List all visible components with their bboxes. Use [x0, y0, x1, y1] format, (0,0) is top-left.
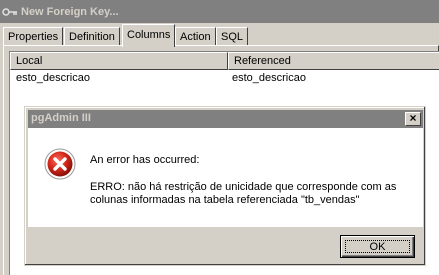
tab-definition[interactable]: Definition	[64, 27, 120, 47]
tab-label: Columns	[127, 29, 171, 41]
tab-label: SQL	[221, 31, 244, 43]
screen: New Foreign Key... Properties Definition…	[0, 0, 439, 275]
error-dialog-title: pgAdmin III	[31, 112, 91, 124]
column-header-local[interactable]: Local	[10, 52, 228, 70]
tab-columns[interactable]: Columns	[122, 24, 176, 47]
tab-label: Definition	[69, 31, 115, 43]
column-header-label: Referenced	[234, 55, 291, 67]
error-message-line-1: ERRO: não há restrição de unicidade que …	[90, 181, 397, 193]
error-dialog: pgAdmin III × An error has occurred: ERR…	[24, 106, 426, 266]
error-dialog-footer: OK	[28, 227, 423, 263]
error-icon	[44, 148, 76, 180]
list-header: Local Referenced	[10, 52, 439, 70]
focus-ring	[345, 240, 410, 253]
foreign-key-window-titlebar[interactable]: New Foreign Key...	[0, 0, 439, 23]
key-icon	[2, 4, 18, 20]
list-item[interactable]: esto_descricao esto_descricao	[10, 71, 439, 87]
error-message-line-2: colunas informadas na tabela referenciad…	[90, 194, 360, 206]
local-column-cell: esto_descricao	[16, 72, 90, 84]
column-header-referenced[interactable]: Referenced	[228, 52, 439, 70]
tab-strip: Properties Definition Columns Action SQL	[3, 24, 439, 47]
referenced-column-cell: esto_descricao	[232, 72, 306, 84]
error-heading: An error has occurred:	[90, 154, 200, 166]
column-header-label: Local	[16, 55, 43, 67]
error-dialog-body: An error has occurred: ERRO: não há rest…	[28, 128, 423, 227]
tab-label: Properties	[8, 31, 59, 43]
tab-sql[interactable]: SQL	[216, 27, 249, 47]
error-dialog-titlebar[interactable]: pgAdmin III ×	[28, 110, 423, 128]
tab-properties[interactable]: Properties	[3, 27, 64, 47]
close-icon: ×	[409, 111, 417, 125]
tab-label: Action	[180, 31, 211, 43]
close-button[interactable]: ×	[405, 112, 421, 126]
tab-action[interactable]: Action	[175, 27, 216, 47]
ok-button[interactable]: OK	[340, 235, 415, 258]
window-title: New Foreign Key...	[21, 5, 119, 18]
